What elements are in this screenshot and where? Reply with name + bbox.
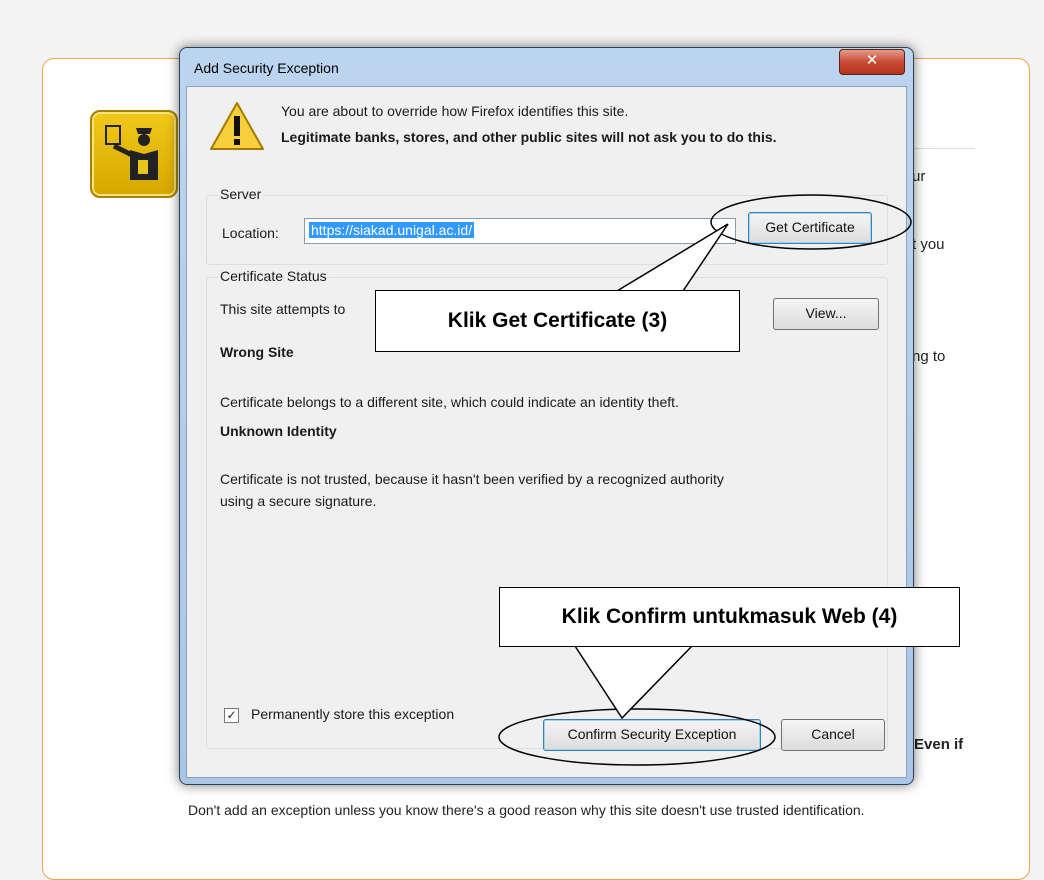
- callout-get-certificate: Klik Get Certificate (3): [375, 290, 740, 352]
- callout-confirm: Klik Confirm untukmasuk Web (4): [499, 587, 960, 647]
- callout-pointer-get-certificate: [616, 223, 729, 292]
- callout-pointer-confirm: [574, 645, 693, 720]
- confirm-highlight-ellipse: [498, 708, 776, 766]
- get-certificate-highlight-ellipse: [710, 194, 912, 250]
- annotation-overlay: [498, 194, 912, 766]
